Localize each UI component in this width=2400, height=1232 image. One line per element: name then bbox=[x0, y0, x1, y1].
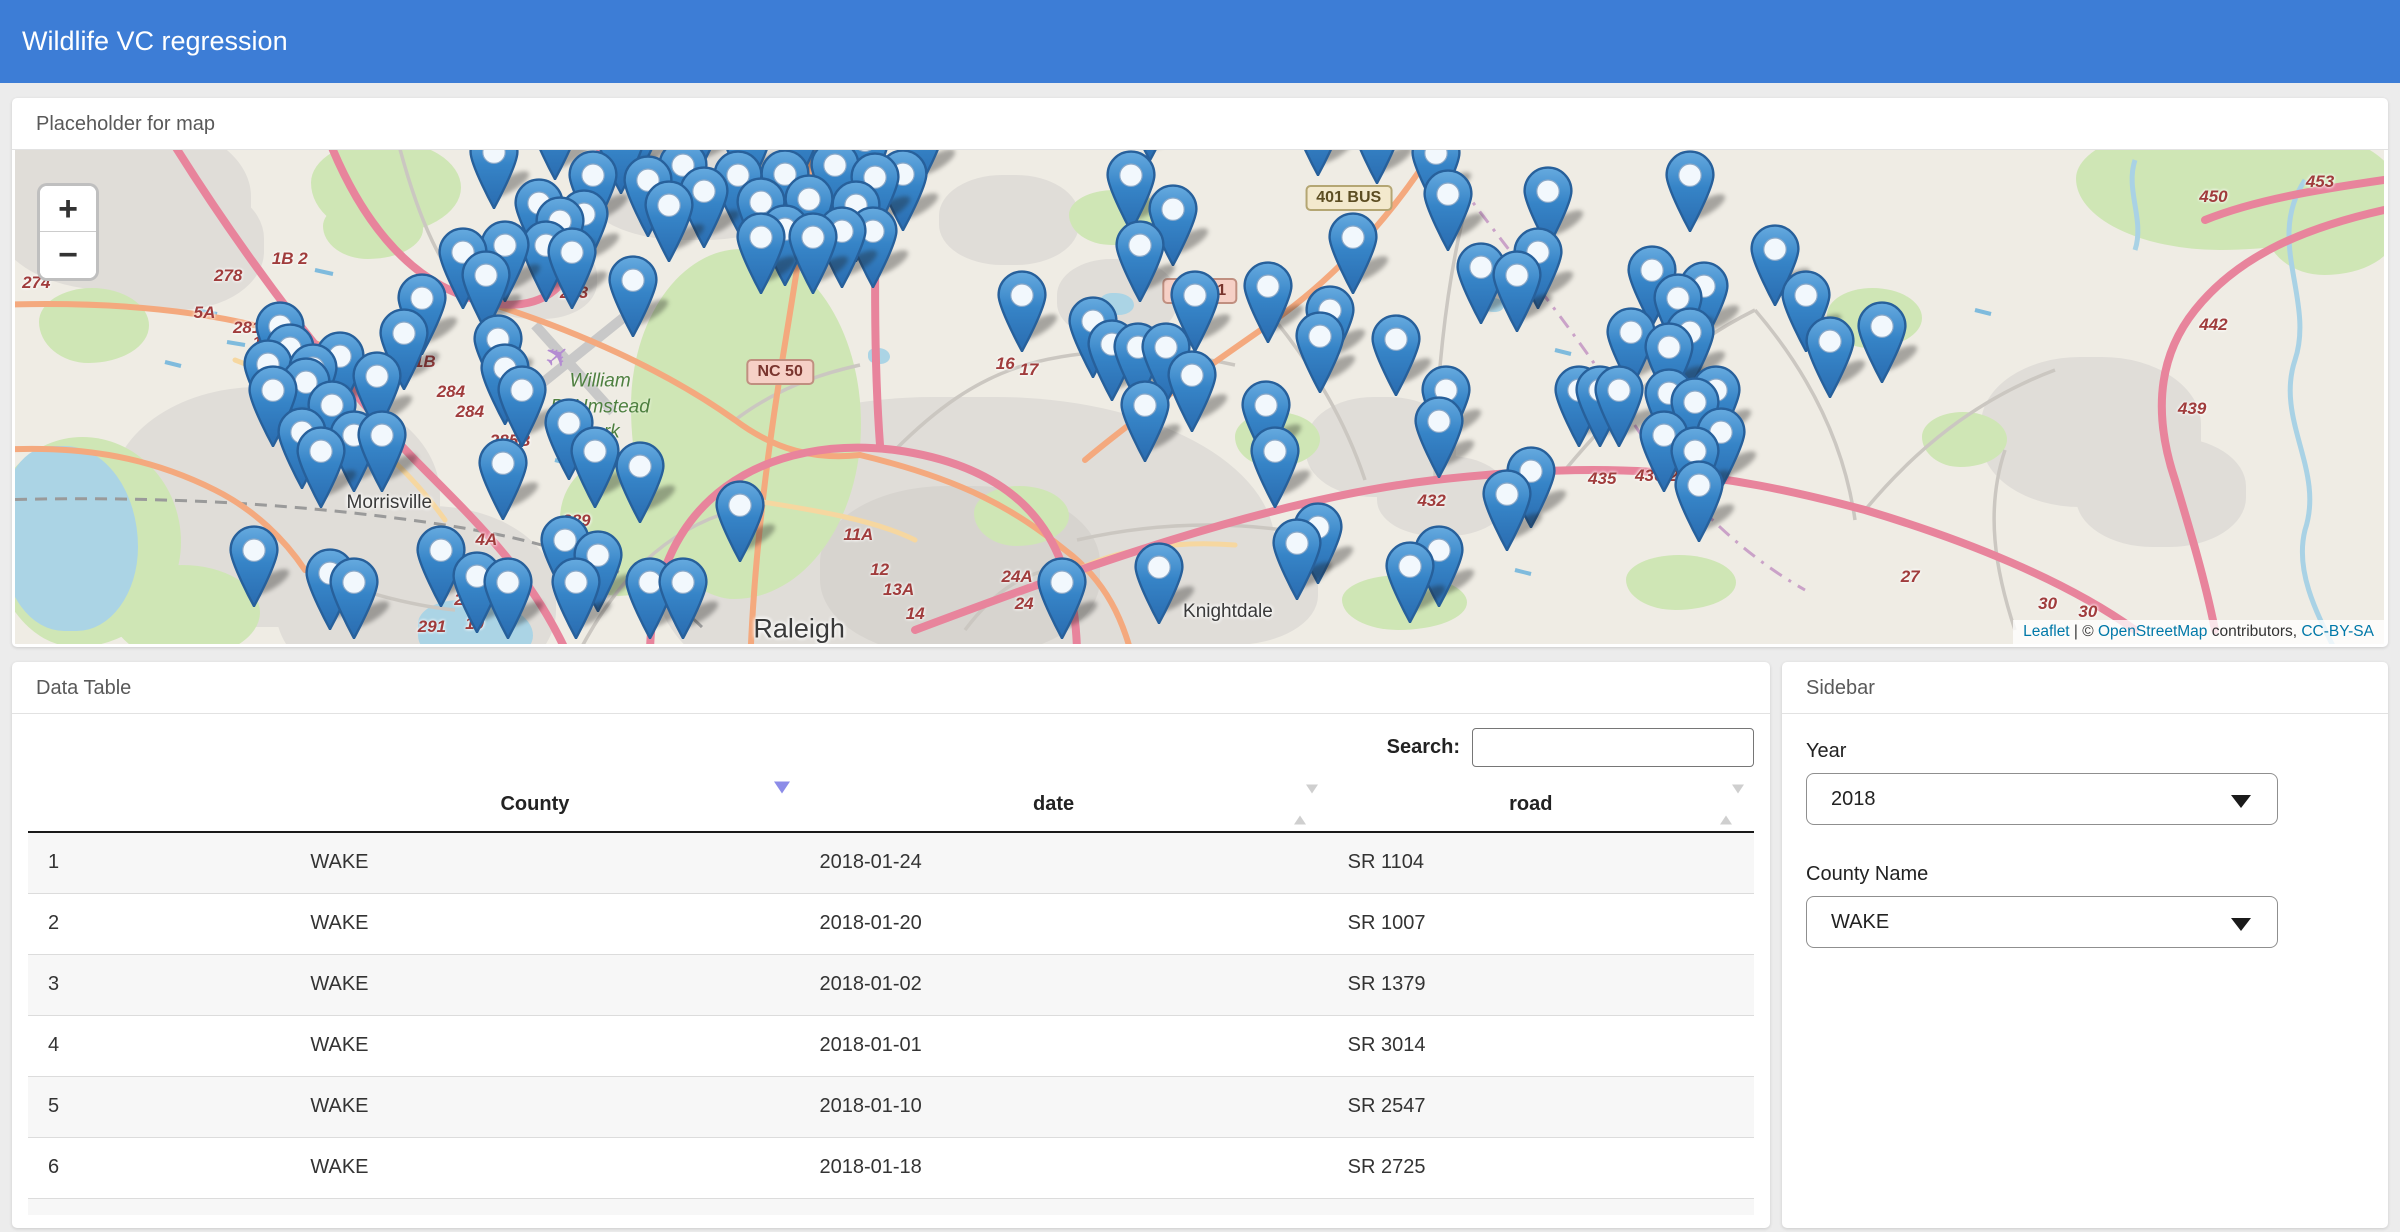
exit-number-label: 12 bbox=[870, 560, 889, 580]
sidebar-panel: Sidebar Year 2018 County Name WAKE bbox=[1782, 662, 2388, 1228]
cell-county: WAKE bbox=[290, 832, 799, 893]
cell-date: 2018-01-02 bbox=[800, 954, 1328, 1015]
road-shield-label: NC 50 bbox=[746, 359, 813, 385]
cell-road: SR 3014 bbox=[1328, 1015, 1754, 1076]
cell-county: WAKE bbox=[290, 1137, 799, 1198]
exit-number-label: 30 bbox=[2078, 602, 2097, 622]
exit-number-label: 14 bbox=[906, 604, 925, 624]
cell-date: 2018-01-10 bbox=[800, 1076, 1328, 1137]
row-number: 3 bbox=[28, 954, 290, 1015]
app-header: Wildlife VC regression bbox=[0, 0, 2400, 83]
cell-road: SR 1104 bbox=[1328, 832, 1754, 893]
cell-date: 2018-01-20 bbox=[800, 893, 1328, 954]
cell-date: 2018-01-24 bbox=[800, 832, 1328, 893]
chevron-down-icon bbox=[2231, 795, 2251, 808]
exit-number-label: 4A bbox=[476, 530, 498, 550]
cell-road: SR 2725 bbox=[1328, 1137, 1754, 1198]
exit-number-label: 284 bbox=[437, 382, 465, 402]
zoom-out-button[interactable]: − bbox=[40, 232, 96, 278]
column-header-date[interactable]: date bbox=[800, 778, 1328, 832]
exit-number-label: 11A bbox=[843, 525, 873, 545]
year-label: Year bbox=[1806, 740, 2364, 763]
cell-county: WAKE bbox=[290, 893, 799, 954]
search-label: Search: bbox=[1387, 736, 1460, 758]
column-header-rownames bbox=[28, 778, 290, 832]
cell-county: WAKE bbox=[290, 1015, 799, 1076]
column-header-road[interactable]: road bbox=[1328, 778, 1754, 832]
map-panel: Placeholder for map bbox=[12, 98, 2388, 647]
table-row[interactable]: 5WAKE2018-01-10SR 2547 bbox=[28, 1076, 1754, 1137]
exit-number-label: 439 bbox=[2178, 399, 2206, 419]
exit-number-label: 27 bbox=[1901, 567, 1920, 587]
exit-number-label: 450 bbox=[2199, 187, 2227, 207]
county-value: WAKE bbox=[1831, 911, 1889, 933]
map-attribution: Leaflet | © OpenStreetMap contributors, … bbox=[2013, 620, 2384, 644]
attribution-text: | © bbox=[2070, 623, 2098, 640]
cell-road: SR 1007 bbox=[1328, 893, 1754, 954]
exit-number-label: 435 bbox=[1588, 469, 1616, 489]
column-header-county[interactable]: County bbox=[290, 778, 799, 832]
table-search-row: Search: bbox=[28, 728, 1754, 768]
row-number: 5 bbox=[28, 1076, 290, 1137]
row-number: 6 bbox=[28, 1137, 290, 1198]
data-table: County date road 1WAKE2018-01-24SR 11042… bbox=[28, 778, 1754, 1199]
app-title: Wildlife VC regression bbox=[0, 0, 2400, 83]
exit-number-label: 30 bbox=[2038, 594, 2057, 614]
sort-desc-icon bbox=[774, 781, 790, 815]
search-input[interactable] bbox=[1472, 728, 1754, 767]
city-label: Raleigh bbox=[753, 614, 845, 644]
partial-table-row bbox=[28, 1199, 1754, 1215]
exit-number-label: 16 bbox=[996, 354, 1015, 374]
exit-number-label: 432 bbox=[1417, 491, 1445, 511]
zoom-in-button[interactable]: + bbox=[40, 186, 96, 232]
map-panel-title: Placeholder for map bbox=[12, 98, 2388, 150]
exit-number-label: 278 bbox=[214, 266, 242, 286]
exit-number-label: 13A bbox=[883, 580, 914, 600]
exit-number-label: 24 bbox=[1015, 594, 1034, 614]
table-row[interactable]: 3WAKE2018-01-02SR 1379 bbox=[28, 954, 1754, 1015]
sort-both-icon bbox=[1720, 793, 1732, 824]
cell-road: SR 2547 bbox=[1328, 1076, 1754, 1137]
sort-both-icon bbox=[1294, 793, 1306, 824]
data-table-panel: Data Table Search: County date bbox=[12, 662, 1770, 1228]
table-row[interactable]: 6WAKE2018-01-18SR 2725 bbox=[28, 1137, 1754, 1198]
chevron-down-icon bbox=[2231, 918, 2251, 931]
exit-number-label: 24A bbox=[1001, 567, 1032, 587]
exit-number-label: 442 bbox=[2199, 315, 2227, 335]
cell-date: 2018-01-18 bbox=[800, 1137, 1328, 1198]
exit-number-label: 1B 2 bbox=[272, 249, 308, 269]
exit-number-label: 5A bbox=[194, 303, 216, 323]
license-link[interactable]: CC-BY-SA bbox=[2301, 623, 2374, 640]
city-label: Morrisville bbox=[347, 492, 433, 514]
attribution-text: contributors, bbox=[2207, 623, 2301, 640]
row-number: 1 bbox=[28, 832, 290, 893]
cell-county: WAKE bbox=[290, 954, 799, 1015]
table-row[interactable]: 4WAKE2018-01-01SR 3014 bbox=[28, 1015, 1754, 1076]
row-number: 4 bbox=[28, 1015, 290, 1076]
exit-number-label: 17 bbox=[1019, 360, 1038, 380]
cell-county: WAKE bbox=[290, 1076, 799, 1137]
leaflet-link[interactable]: Leaflet bbox=[2023, 623, 2070, 640]
table-row[interactable]: 1WAKE2018-01-24SR 1104 bbox=[28, 832, 1754, 893]
map-zoom-control: + − bbox=[37, 183, 99, 281]
year-value: 2018 bbox=[1831, 788, 1876, 810]
cell-road: SR 1379 bbox=[1328, 954, 1754, 1015]
county-label: County Name bbox=[1806, 863, 2364, 886]
sidebar-title: Sidebar bbox=[1782, 662, 2388, 714]
exit-number-label: 453 bbox=[2306, 172, 2334, 192]
row-number: 2 bbox=[28, 893, 290, 954]
cell-date: 2018-01-01 bbox=[800, 1015, 1328, 1076]
table-row[interactable]: 2WAKE2018-01-20SR 1007 bbox=[28, 893, 1754, 954]
leaflet-map[interactable]: 2742785A2811B 218-A1B284284285B2932894A3… bbox=[15, 150, 2384, 644]
road-shield-label: 401 BUS bbox=[1305, 185, 1392, 211]
data-table-title: Data Table bbox=[12, 662, 1770, 714]
year-select[interactable]: 2018 bbox=[1806, 773, 2278, 825]
exit-number-label: 291 bbox=[418, 617, 446, 637]
city-label: Knightdale bbox=[1183, 601, 1273, 623]
openstreetmap-link[interactable]: OpenStreetMap bbox=[2098, 623, 2207, 640]
county-select[interactable]: WAKE bbox=[1806, 896, 2278, 948]
